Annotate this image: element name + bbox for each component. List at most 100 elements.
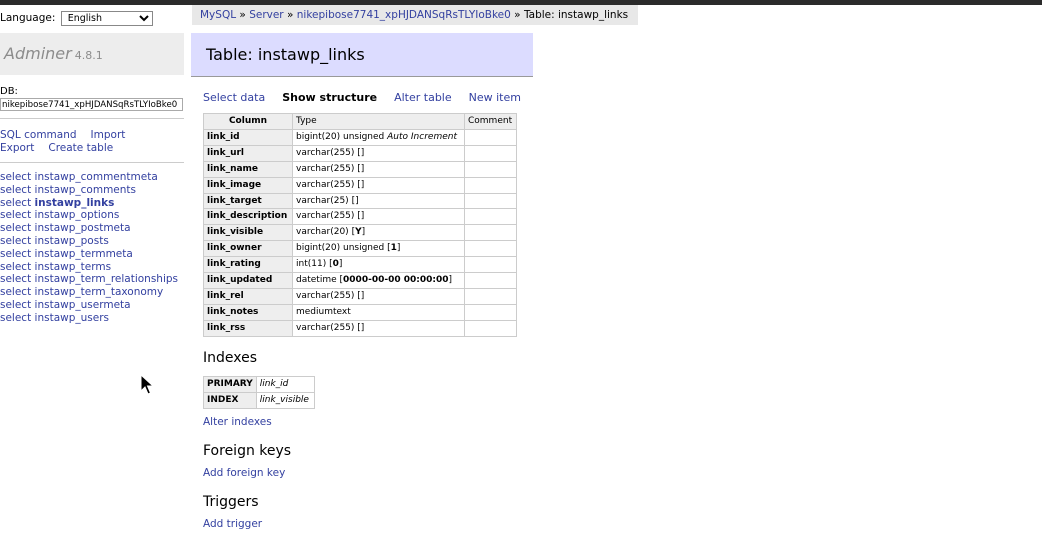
add-trigger-link[interactable]: Add trigger — [203, 518, 262, 530]
create-table-link[interactable]: Create table — [48, 142, 113, 154]
table-name-link[interactable]: instawp_links — [35, 197, 115, 209]
table-row: link_visible varchar(20) [Y] — [203, 224, 517, 242]
select-table-link[interactable]: select — [0, 222, 31, 234]
table-name-link[interactable]: instawp_commentmeta — [35, 171, 158, 183]
column-type-cell: varchar(255) [] — [292, 319, 465, 337]
select-data-link[interactable]: Select data — [203, 91, 265, 104]
select-table-link[interactable]: select — [0, 273, 31, 285]
column-name-cell: link_image — [203, 176, 293, 194]
column-name-cell: link_name — [203, 160, 293, 178]
index-row: INDEX link_visible — [203, 391, 315, 409]
sidebar-table-item: select instawp_links — [0, 197, 178, 210]
select-table-link[interactable]: select — [0, 286, 31, 298]
type-header: Type — [292, 113, 465, 130]
page-title: Table: instawp_links — [206, 45, 365, 64]
table-row: link_url varchar(255) [] — [203, 144, 517, 162]
breadcrumb-database[interactable]: nikepibose7741_xpHJDANSqRsTLYIoBke0 — [297, 9, 511, 21]
table-row: link_id bigint(20) unsigned Auto Incremen… — [203, 128, 517, 146]
table-name-link[interactable]: instawp_term_taxonomy — [35, 286, 164, 298]
show-structure-link: Show structure — [282, 91, 378, 104]
column-name-cell: link_target — [203, 192, 293, 210]
select-table-link[interactable]: select — [0, 197, 31, 209]
foreign-keys-heading: Foreign keys — [203, 443, 292, 459]
column-comment-cell — [464, 128, 517, 146]
command-row-1: SQL command Import — [0, 129, 139, 141]
column-name-cell: link_notes — [203, 303, 293, 321]
table-row: link_description varchar(255) [] — [203, 208, 517, 226]
select-table-link[interactable]: select — [0, 261, 31, 273]
table-name-link[interactable]: instawp_posts — [35, 235, 109, 247]
column-type-cell: varchar(20) [Y] — [292, 224, 465, 242]
table-name-link[interactable]: instawp_terms — [35, 261, 112, 273]
table-row: link_target varchar(25) [] — [203, 192, 517, 210]
table-name-link[interactable]: instawp_comments — [35, 184, 136, 196]
table-name-link[interactable]: instawp_options — [35, 209, 120, 221]
column-name-cell: link_rel — [203, 287, 293, 305]
table-name-link[interactable]: instawp_users — [35, 312, 109, 324]
select-table-link[interactable]: select — [0, 171, 31, 183]
select-table-link[interactable]: select — [0, 312, 31, 324]
import-link[interactable]: Import — [91, 129, 126, 141]
table-name-link[interactable]: instawp_postmeta — [35, 222, 131, 234]
breadcrumb-server[interactable]: Server — [249, 9, 283, 21]
column-name-cell: link_owner — [203, 240, 293, 258]
sidebar-table-item: select instawp_term_taxonomy — [0, 286, 178, 299]
divider — [0, 118, 184, 119]
index-column-cell: link_visible — [255, 391, 315, 409]
language-select[interactable]: English — [60, 11, 153, 26]
index-type-cell: INDEX — [203, 391, 257, 409]
comment-header: Comment — [464, 113, 517, 130]
column-type-cell: datetime [0000-00-00 00:00:00] — [292, 272, 465, 289]
column-type-cell: varchar(255) [] — [292, 287, 465, 305]
column-name-cell: link_description — [203, 208, 293, 226]
triggers-heading: Triggers — [203, 494, 259, 510]
table-name-link[interactable]: instawp_term_relationships — [35, 273, 178, 285]
sidebar-table-item: select instawp_posts — [0, 235, 178, 248]
table-row: link_rating int(11) [0] — [203, 256, 517, 274]
table-row: link_rss varchar(255) [] — [203, 319, 517, 337]
index-type-cell: PRIMARY — [203, 376, 257, 393]
column-name-cell: link_visible — [203, 224, 293, 242]
column-comment-cell — [464, 160, 517, 178]
sql-command-link[interactable]: SQL command — [0, 129, 77, 141]
db-select[interactable]: nikepibose7741_xpHJDANSqRsTLYIoBke0 — [0, 98, 183, 111]
index-column-cell: link_id — [255, 376, 315, 393]
select-table-link[interactable]: select — [0, 299, 31, 311]
new-item-link[interactable]: New item — [469, 91, 521, 104]
export-link[interactable]: Export — [0, 142, 34, 154]
select-table-link[interactable]: select — [0, 235, 31, 247]
column-name-cell: link_url — [203, 144, 293, 162]
command-row-2: Export Create table — [0, 142, 127, 154]
adminer-logo[interactable]: Adminer 4.8.1 — [4, 44, 103, 63]
column-type-cell: bigint(20) unsigned Auto Increment — [292, 128, 465, 146]
select-table-link[interactable]: select — [0, 248, 31, 260]
column-header: Column — [203, 113, 293, 130]
select-table-link[interactable]: select — [0, 209, 31, 221]
table-name-link[interactable]: instawp_usermeta — [35, 299, 131, 311]
column-name-cell: link_rating — [203, 256, 293, 274]
sidebar-table-item: select instawp_usermeta — [0, 299, 178, 312]
breadcrumb-mysql[interactable]: MySQL — [200, 9, 236, 21]
sidebar-table-item: select instawp_term_relationships — [0, 273, 178, 286]
table-row: link_updated datetime [0000-00-00 00:00:0… — [203, 272, 517, 289]
indexes-table: PRIMARY link_id INDEX link_visible — [203, 376, 315, 409]
column-type-cell: varchar(255) [] — [292, 176, 465, 194]
table-row: link_notes mediumtext — [203, 303, 517, 321]
column-type-cell: varchar(255) [] — [292, 208, 465, 226]
table-actions: Select data Show structure Alter table New … — [203, 91, 538, 104]
column-comment-cell — [464, 272, 517, 289]
column-comment-cell — [464, 224, 517, 242]
column-comment-cell — [464, 256, 517, 274]
sidebar-table-item: select instawp_postmeta — [0, 222, 178, 235]
alter-table-link[interactable]: Alter table — [394, 91, 452, 104]
alter-indexes-link[interactable]: Alter indexes — [203, 416, 272, 428]
breadcrumb: MySQL » Server » nikepibose7741_xpHJDANS… — [192, 5, 638, 25]
column-type-cell: varchar(255) [] — [292, 160, 465, 178]
sidebar-table-item: select instawp_comments — [0, 184, 178, 197]
column-name-cell: link_id — [203, 128, 293, 146]
table-name-link[interactable]: instawp_termmeta — [35, 248, 133, 260]
add-foreign-key-link[interactable]: Add foreign key — [203, 467, 285, 479]
index-row: PRIMARY link_id — [203, 376, 315, 393]
sidebar-table-item: select instawp_users — [0, 312, 178, 325]
select-table-link[interactable]: select — [0, 184, 31, 196]
